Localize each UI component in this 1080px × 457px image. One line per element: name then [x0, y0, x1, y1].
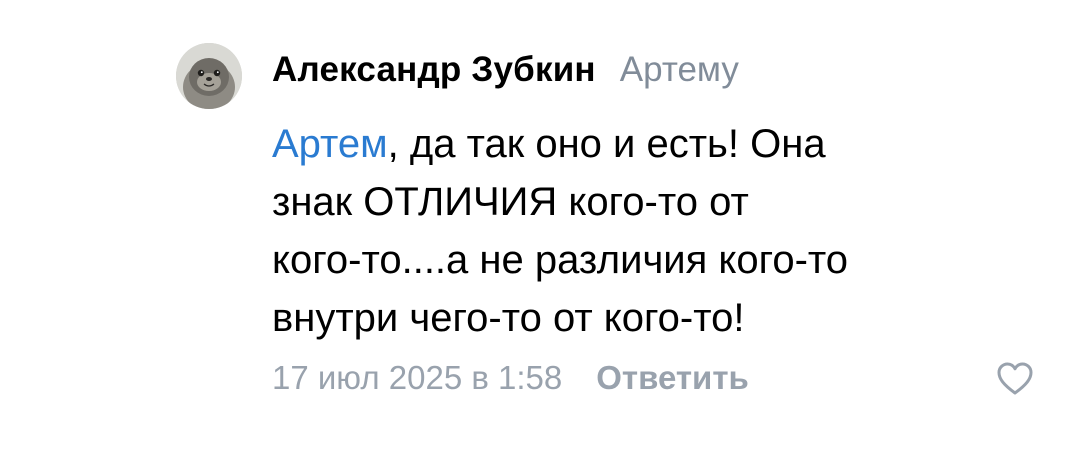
comment-text: Артем, да так оно и есть! Она знак ОТЛИЧ… — [272, 115, 1032, 347]
comment-text-line-1: Артем, да так оно и есть! Она — [272, 115, 1032, 173]
comment-footer: 17 июл 2025 в 1:58 Ответить — [272, 354, 749, 402]
mention-link[interactable]: Артем — [272, 122, 388, 166]
reply-button[interactable]: Ответить — [596, 359, 749, 397]
seal-avatar-icon — [176, 43, 242, 109]
like-button[interactable] — [996, 361, 1034, 397]
heart-outline-icon — [997, 362, 1033, 395]
comment-text-line-2: знак ОТЛИЧИЯ кого-то от — [272, 180, 749, 224]
comment-text-line-3: кого-то....а не различия кого-то — [272, 238, 849, 282]
comment-item: Александр Зубкин Артему Артем, да так он… — [0, 0, 1080, 457]
author-name[interactable]: Александр Зубкин — [272, 50, 596, 90]
comment-date: 17 июл 2025 в 1:58 — [272, 359, 563, 396]
reply-to-name[interactable]: Артему — [620, 50, 739, 90]
avatar[interactable] — [176, 43, 242, 109]
comment-header: Александр Зубкин Артему — [272, 50, 739, 98]
comment-text-line-4: внутри чего-то от кого-то! — [272, 296, 745, 340]
comment-text-line-1-rest: , да так оно и есть! Она — [387, 122, 826, 166]
